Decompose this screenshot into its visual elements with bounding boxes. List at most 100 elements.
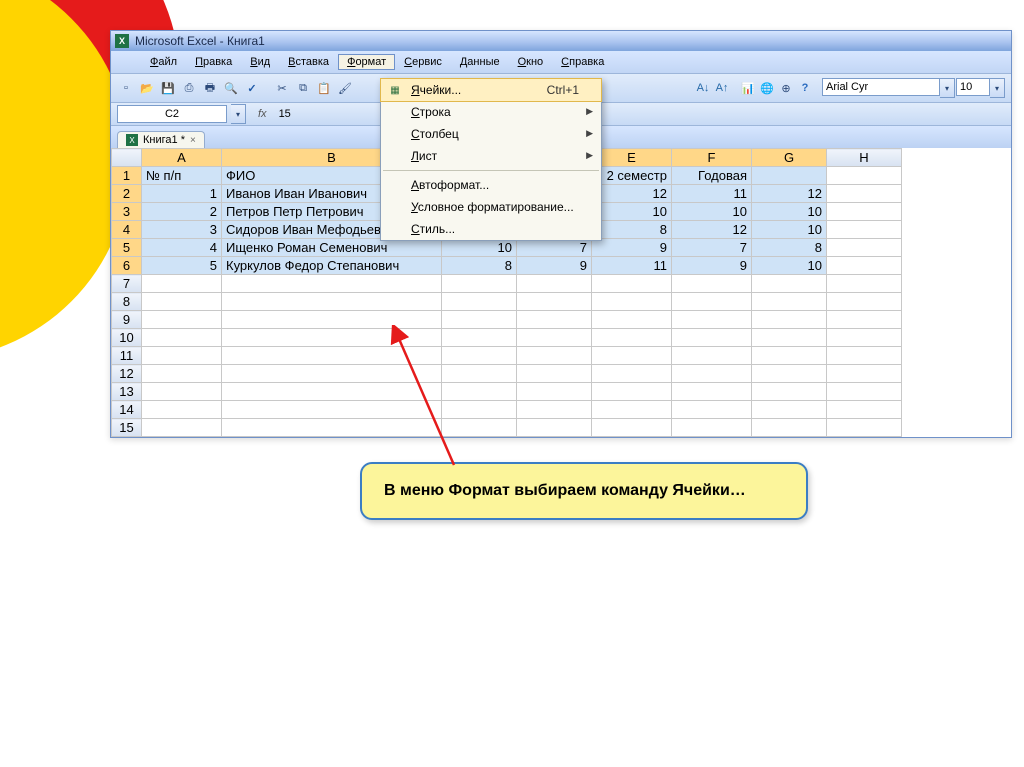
- cell-empty[interactable]: [517, 311, 592, 329]
- row-header-14[interactable]: 14: [112, 401, 142, 419]
- format-painter-icon[interactable]: 🖌: [336, 79, 354, 97]
- cell-empty[interactable]: [517, 401, 592, 419]
- column-header-G[interactable]: G: [752, 149, 827, 167]
- row-header-12[interactable]: 12: [112, 365, 142, 383]
- cell-F1[interactable]: Годовая: [672, 167, 752, 185]
- cell-G3[interactable]: 10: [752, 203, 827, 221]
- cell-empty[interactable]: [517, 293, 592, 311]
- cell-empty[interactable]: [827, 365, 902, 383]
- menu-вид[interactable]: Вид: [241, 54, 279, 70]
- menu-item-ячейки[interactable]: ▦Ячейки...Ctrl+1: [380, 78, 602, 102]
- menu-item-лист[interactable]: Лист▶: [381, 145, 601, 167]
- cell-E5[interactable]: 9: [592, 239, 672, 257]
- cell-empty[interactable]: [222, 293, 442, 311]
- menu-item-строка[interactable]: Строка▶: [381, 101, 601, 123]
- drawing-icon[interactable]: 🌐: [758, 79, 776, 97]
- cell-B5[interactable]: Ищенко Роман Семенович: [222, 239, 442, 257]
- cell-empty[interactable]: [142, 329, 222, 347]
- menu-вставка[interactable]: Вставка: [279, 54, 338, 70]
- cell-empty[interactable]: [592, 419, 672, 437]
- font-size-dropdown[interactable]: ▾: [990, 78, 1005, 98]
- cell-empty[interactable]: [142, 419, 222, 437]
- cell-empty[interactable]: [517, 365, 592, 383]
- cell-H2[interactable]: [827, 185, 902, 203]
- column-header-E[interactable]: E: [592, 149, 672, 167]
- cell-H1[interactable]: [827, 167, 902, 185]
- cell-empty[interactable]: [827, 293, 902, 311]
- spellcheck-icon[interactable]: ✓: [243, 79, 261, 97]
- cell-empty[interactable]: [752, 347, 827, 365]
- cell-G1[interactable]: [752, 167, 827, 185]
- cell-empty[interactable]: [672, 347, 752, 365]
- cell-empty[interactable]: [752, 329, 827, 347]
- cell-empty[interactable]: [752, 293, 827, 311]
- cell-E3[interactable]: 10: [592, 203, 672, 221]
- cell-D5[interactable]: 7: [517, 239, 592, 257]
- chart-icon[interactable]: 📊: [739, 79, 757, 97]
- cell-empty[interactable]: [672, 401, 752, 419]
- cell-empty[interactable]: [222, 275, 442, 293]
- cell-F4[interactable]: 12: [672, 221, 752, 239]
- cell-A1[interactable]: № п/п: [142, 167, 222, 185]
- name-box[interactable]: C2: [117, 105, 227, 123]
- cell-empty[interactable]: [672, 293, 752, 311]
- select-all-cell[interactable]: [112, 149, 142, 167]
- row-header-9[interactable]: 9: [112, 311, 142, 329]
- row-header-10[interactable]: 10: [112, 329, 142, 347]
- cell-empty[interactable]: [827, 419, 902, 437]
- cell-empty[interactable]: [672, 383, 752, 401]
- row-header-5[interactable]: 5: [112, 239, 142, 257]
- menu-правка[interactable]: Правка: [186, 54, 241, 70]
- font-name-input[interactable]: [822, 78, 940, 96]
- cell-G2[interactable]: 12: [752, 185, 827, 203]
- cell-F5[interactable]: 7: [672, 239, 752, 257]
- cell-empty[interactable]: [592, 347, 672, 365]
- copy-icon[interactable]: ⧉: [294, 79, 312, 97]
- cell-empty[interactable]: [592, 401, 672, 419]
- cell-empty[interactable]: [672, 311, 752, 329]
- row-header-8[interactable]: 8: [112, 293, 142, 311]
- cell-D6[interactable]: 9: [517, 257, 592, 275]
- cell-empty[interactable]: [827, 383, 902, 401]
- menu-сервис[interactable]: Сервис: [395, 54, 451, 70]
- workbook-tab[interactable]: X Книга1 * ×: [117, 131, 205, 148]
- name-box-dropdown[interactable]: ▾: [231, 104, 246, 124]
- cell-H6[interactable]: [827, 257, 902, 275]
- cell-C6[interactable]: 8: [442, 257, 517, 275]
- row-header-3[interactable]: 3: [112, 203, 142, 221]
- sort-desc-icon[interactable]: A↑: [713, 79, 731, 97]
- menu-item-условное форматирование[interactable]: Условное форматирование...: [381, 196, 601, 218]
- cell-empty[interactable]: [142, 365, 222, 383]
- menu-item-стиль[interactable]: Стиль...: [381, 218, 601, 240]
- cell-E4[interactable]: 8: [592, 221, 672, 239]
- cell-C5[interactable]: 10: [442, 239, 517, 257]
- cell-empty[interactable]: [517, 347, 592, 365]
- cell-empty[interactable]: [592, 365, 672, 383]
- menu-формат[interactable]: Формат: [338, 54, 395, 70]
- cell-G4[interactable]: 10: [752, 221, 827, 239]
- row-header-13[interactable]: 13: [112, 383, 142, 401]
- save-icon[interactable]: 💾: [159, 79, 177, 97]
- cell-empty[interactable]: [142, 347, 222, 365]
- cell-empty[interactable]: [672, 275, 752, 293]
- cell-A2[interactable]: 1: [142, 185, 222, 203]
- cell-E6[interactable]: 11: [592, 257, 672, 275]
- cell-empty[interactable]: [142, 275, 222, 293]
- cell-empty[interactable]: [752, 311, 827, 329]
- paste-icon[interactable]: 📋: [315, 79, 333, 97]
- cell-F2[interactable]: 11: [672, 185, 752, 203]
- formula-bar[interactable]: 15: [279, 108, 291, 120]
- cell-empty[interactable]: [827, 275, 902, 293]
- cell-H3[interactable]: [827, 203, 902, 221]
- cell-A3[interactable]: 2: [142, 203, 222, 221]
- cell-empty[interactable]: [827, 329, 902, 347]
- cell-empty[interactable]: [752, 401, 827, 419]
- row-header-2[interactable]: 2: [112, 185, 142, 203]
- row-header-1[interactable]: 1: [112, 167, 142, 185]
- cell-H5[interactable]: [827, 239, 902, 257]
- cell-A6[interactable]: 5: [142, 257, 222, 275]
- cell-empty[interactable]: [142, 383, 222, 401]
- menu-item-автоформат[interactable]: Автоформат...: [381, 174, 601, 196]
- menu-окно[interactable]: Окно: [509, 54, 553, 70]
- cell-empty[interactable]: [752, 419, 827, 437]
